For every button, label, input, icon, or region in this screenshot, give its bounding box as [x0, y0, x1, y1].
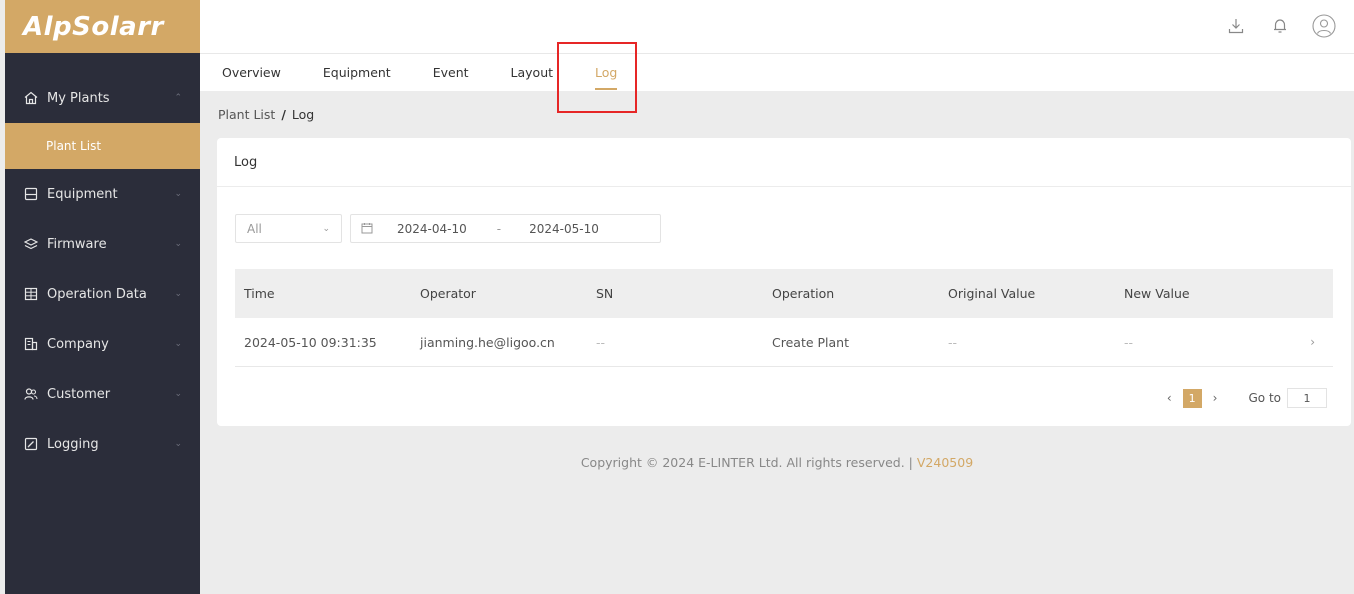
- chevron-up-icon: ⌃: [174, 93, 182, 103]
- breadcrumb-parent-link[interactable]: Plant List: [218, 107, 275, 122]
- column-header-original-value: Original Value: [948, 286, 1036, 301]
- tab-event[interactable]: Event: [433, 54, 469, 91]
- sidebar-item-label: My Plants: [47, 90, 110, 106]
- sidebar-item-label: Logging: [47, 436, 99, 452]
- version-link[interactable]: V240509: [917, 455, 973, 470]
- breadcrumb: Plant List / Log: [218, 107, 314, 122]
- chevron-right-icon[interactable]: ›: [1310, 335, 1315, 349]
- sidebar-item-equipment[interactable]: Equipment ⌄: [5, 169, 200, 219]
- chevron-down-icon: ⌄: [174, 289, 182, 299]
- logo-text: AlpSolarr: [23, 11, 164, 42]
- chevron-down-icon: ⌄: [174, 189, 182, 199]
- highlight-annotation-box: [557, 42, 637, 113]
- footer: Copyright © 2024 E-LINTER Ltd. All right…: [200, 455, 1354, 470]
- pagination: ‹ 1 › Go to 1: [1160, 388, 1327, 408]
- type-select-value: All: [247, 221, 262, 236]
- card-title: Log: [217, 138, 1351, 187]
- sidebar-subitem-plant-list[interactable]: Plant List: [5, 123, 200, 169]
- download-icon[interactable]: [1224, 14, 1248, 38]
- filter-row: All ⌄ 2024-04-10 - 2024-05-10: [235, 214, 661, 243]
- customer-icon: [23, 386, 39, 402]
- date-end-input[interactable]: 2024-05-10: [529, 222, 599, 236]
- sidebar-item-customer[interactable]: Customer ⌄: [5, 369, 200, 419]
- column-header-new-value: New Value: [1124, 286, 1190, 301]
- chevron-down-icon: ⌄: [174, 239, 182, 249]
- breadcrumb-current: Log: [291, 107, 315, 122]
- chevron-down-icon: ⌄: [174, 439, 182, 449]
- date-range-picker[interactable]: 2024-04-10 - 2024-05-10: [350, 214, 661, 243]
- company-icon: [23, 336, 39, 352]
- sidebar-subitem-label: Plant List: [46, 139, 102, 153]
- column-header-operator: Operator: [420, 286, 476, 301]
- goto-page-input[interactable]: 1: [1287, 388, 1327, 408]
- table-row[interactable]: 2024-05-10 09:31:35 jianming.he@ligoo.cn…: [235, 318, 1333, 367]
- calendar-icon: [361, 222, 375, 236]
- sidebar-item-label: Operation Data: [47, 286, 147, 302]
- column-header-time: Time: [244, 286, 275, 301]
- equipment-icon: [23, 186, 39, 202]
- log-table: Time Operator SN Operation Original Valu…: [235, 269, 1333, 367]
- tab-equipment[interactable]: Equipment: [323, 54, 391, 91]
- cell-operation: Create Plant: [772, 334, 850, 350]
- firmware-icon: [23, 236, 39, 252]
- sidebar: AlpSolarr My Plants ⌃ Plant List Equipme…: [5, 0, 200, 594]
- goto-label: Go to: [1248, 391, 1281, 405]
- chevron-down-icon: ⌄: [174, 389, 182, 399]
- sidebar-item-operation-data[interactable]: Operation Data ⌄: [5, 269, 200, 319]
- sidebar-item-label: Company: [47, 336, 109, 352]
- sidebar-item-my-plants[interactable]: My Plants ⌃: [5, 73, 200, 123]
- copyright-text: Copyright © 2024 E-LINTER Ltd. All right…: [580, 455, 913, 470]
- column-header-sn: SN: [596, 286, 614, 301]
- column-header-operation: Operation: [772, 286, 835, 301]
- sidebar-item-label: Customer: [47, 386, 111, 402]
- cell-operator: jianming.he@ligoo.cn: [420, 334, 555, 350]
- user-avatar-icon[interactable]: [1312, 14, 1336, 38]
- sidebar-item-label: Equipment: [47, 186, 118, 202]
- plant-tabs: Overview Equipment Event Layout Log: [200, 54, 1354, 91]
- log-card: Log All ⌄ 2024-04-10 - 2024-05-10 Time O…: [217, 138, 1351, 426]
- home-icon: [23, 90, 39, 106]
- date-range-separator: -: [496, 221, 502, 236]
- tab-layout[interactable]: Layout: [511, 54, 554, 91]
- page-number-button[interactable]: 1: [1182, 388, 1202, 408]
- sidebar-item-company[interactable]: Company ⌄: [5, 319, 200, 369]
- prev-page-icon[interactable]: ‹: [1160, 391, 1179, 405]
- bell-icon[interactable]: [1268, 14, 1292, 38]
- next-page-icon[interactable]: ›: [1206, 391, 1225, 405]
- date-start-input[interactable]: 2024-04-10: [397, 222, 467, 236]
- type-select[interactable]: All ⌄: [235, 214, 342, 243]
- chevron-down-icon: ⌄: [322, 223, 330, 234]
- tab-overview[interactable]: Overview: [222, 54, 281, 91]
- cell-time: 2024-05-10 09:31:35: [244, 334, 377, 350]
- table-icon: [23, 286, 39, 302]
- edit-icon: [23, 436, 39, 452]
- sidebar-item-label: Firmware: [47, 236, 107, 252]
- logo[interactable]: AlpSolarr: [5, 0, 200, 53]
- cell-original-value: --: [948, 334, 958, 350]
- breadcrumb-separator: /: [281, 107, 286, 122]
- sidebar-item-firmware[interactable]: Firmware ⌄: [5, 219, 200, 269]
- cell-new-value: --: [1124, 334, 1134, 350]
- table-header: Time Operator SN Operation Original Valu…: [235, 269, 1333, 318]
- sidebar-item-logging[interactable]: Logging ⌄: [5, 419, 200, 469]
- chevron-down-icon: ⌄: [174, 339, 182, 349]
- top-bar: [200, 0, 1354, 54]
- cell-sn: --: [596, 334, 606, 350]
